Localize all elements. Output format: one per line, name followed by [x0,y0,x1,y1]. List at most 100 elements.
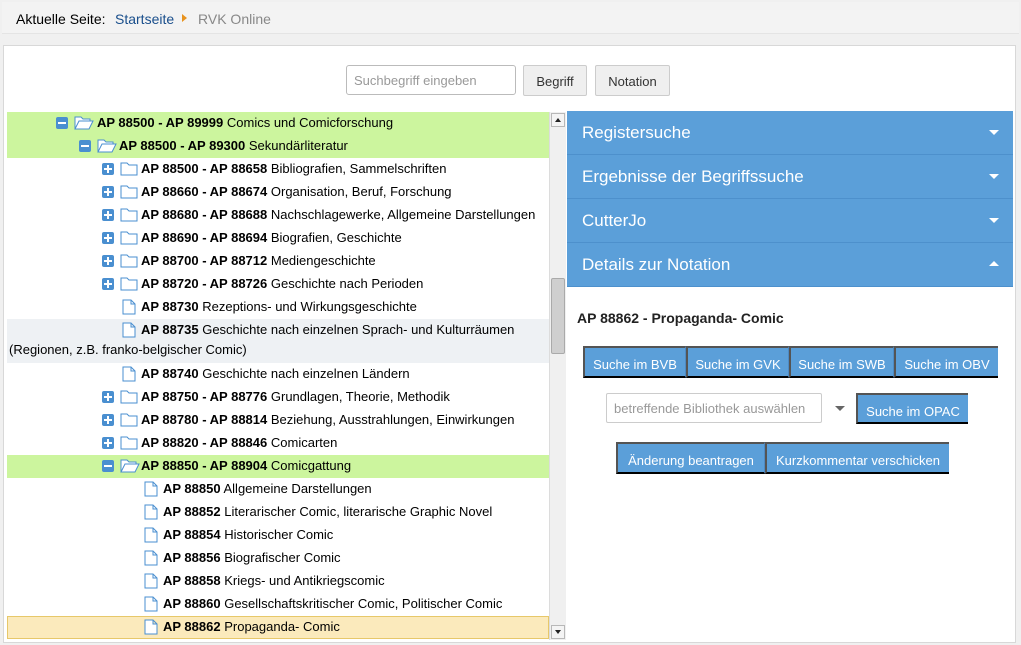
folder-open-icon [120,459,140,473]
document-icon [144,619,158,635]
tree-node-text: AP 88680 - AP 88688 Nachschlagewerke, Al… [141,207,536,222]
accordion-details-title: Details zur Notation [582,255,731,274]
tree-node-text: AP 88750 - AP 88776 Grundlagen, Theorie,… [141,389,450,404]
tree-node[interactable]: AP 88500 - AP 89300 Sekundärliteratur [7,135,549,158]
tree-node-text: AP 88500 - AP 88658 Bibliografien, Samme… [141,161,447,176]
tree-node[interactable]: AP 88720 - AP 88726 Geschichte nach Peri… [7,273,549,296]
accordion-register-title: Registersuche [582,123,691,142]
expand-icon[interactable] [102,391,114,403]
send-comment-button[interactable]: Kurzkommentar verschicken [765,442,949,474]
tree-node-text: AP 88860 Gesellschaftskritischer Comic, … [163,596,503,611]
collapse-icon[interactable] [79,140,91,152]
tree-node-text: AP 88780 - AP 88814 Beziehung, Ausstrahl… [141,412,515,427]
expand-icon[interactable] [102,255,114,267]
scroll-up-arrow-icon[interactable] [551,113,565,127]
tree-node-text: AP 88862 Propaganda- Comic [163,619,340,634]
chevron-down-icon [989,218,999,223]
expand-icon[interactable] [102,414,114,426]
tree-node[interactable]: AP 88750 - AP 88776 Grundlagen, Theorie,… [7,386,549,409]
document-icon [144,550,158,566]
tree-leaf-selected[interactable]: AP 88862 Propaganda- Comic [7,616,549,639]
chevron-down-icon[interactable] [835,406,845,411]
accordion-search-results-title: Ergebnisse der Begriffssuche [582,167,804,186]
tree-node-text: AP 88730 Rezeptions- und Wirkungsgeschic… [141,299,417,314]
document-icon [144,573,158,589]
chevron-up-icon [989,261,999,266]
tree-node[interactable]: AP 88680 - AP 88688 Nachschlagewerke, Al… [7,204,549,227]
search-opac-button[interactable]: Suche im OPAC [856,393,968,424]
scrollbar-thumb[interactable] [551,278,565,354]
accordion-cutterjo-title: CutterJo [582,211,647,230]
tree-node[interactable]: AP 88500 - AP 88658 Bibliografien, Samme… [7,158,549,181]
search-notation-button[interactable]: Notation [595,65,670,96]
tree-leaf[interactable]: AP 88858 Kriegs- und Antikriegscomic [7,570,549,593]
tree-node-text: AP 88820 - AP 88846 Comicarten [141,435,338,450]
tree-leaf[interactable]: AP 88735 Geschichte nach einzelnen Sprac… [7,319,549,363]
tree-leaf[interactable]: AP 88854 Historischer Comic [7,524,549,547]
breadcrumb: Aktuelle Seite: Startseite RVK Online [2,2,1019,34]
expand-icon[interactable] [102,209,114,221]
expand-icon[interactable] [102,278,114,290]
accordion-details[interactable]: Details zur Notation [567,243,1013,287]
tree-leaf[interactable]: AP 88850 Allgemeine Darstellungen [7,478,549,501]
tree-node[interactable]: AP 88820 - AP 88846 Comicarten [7,432,549,455]
accordion-cutterjo[interactable]: CutterJo [567,199,1013,243]
tree-node-text: AP 88854 Historischer Comic [163,527,334,542]
tree-node-text: AP 88720 - AP 88726 Geschichte nach Peri… [141,276,424,291]
tree-node[interactable]: AP 88700 - AP 88712 Mediengeschichte [7,250,549,273]
expand-icon[interactable] [102,163,114,175]
document-icon [144,596,158,612]
tree-node[interactable]: AP 88690 - AP 88694 Biografien, Geschich… [7,227,549,250]
tree-scrollbar[interactable] [549,112,566,640]
tree-leaf[interactable]: AP 88856 Biografischer Comic [7,547,549,570]
tree-leaf[interactable]: AP 88740 Geschichte nach einzelnen Lände… [7,363,549,386]
tree-node-text: AP 88850 - AP 88904 Comicgattung [141,458,352,473]
collapse-icon[interactable] [56,117,68,129]
folder-icon [120,413,138,427]
tree-node-text: AP 88740 Geschichte nach einzelnen Lände… [141,366,410,381]
accordion-search-results[interactable]: Ergebnisse der Begriffssuche [567,155,1013,199]
folder-icon [120,390,138,404]
folder-open-icon [97,139,117,153]
tree-leaf[interactable]: AP 88860 Gesellschaftskritischer Comic, … [7,593,549,616]
folder-icon [120,436,138,450]
tree-node-text: AP 88660 - AP 88674 Organisation, Beruf,… [141,184,452,199]
accordion-register[interactable]: Registersuche [567,111,1013,155]
tree-node-text: AP 88500 - AP 89999 Comics und Comicfors… [97,115,394,130]
tree-node-text: AP 88850 Allgemeine Darstellungen [163,481,372,496]
chevron-down-icon [989,130,999,135]
request-change-button[interactable]: Änderung beantragen [616,442,765,474]
tree-node-text: AP 88735 Geschichte nach einzelnen Sprac… [141,322,515,337]
breadcrumb-home-link[interactable]: Startseite [115,11,174,27]
tree-node[interactable]: AP 88660 - AP 88674 Organisation, Beruf,… [7,181,549,204]
document-icon [144,481,158,497]
search-term-button[interactable]: Begriff [523,65,587,96]
tree-node-text: AP 88700 - AP 88712 Mediengeschichte [141,253,376,268]
folder-open-icon [74,116,94,130]
expand-icon[interactable] [102,437,114,449]
expand-icon[interactable] [102,232,114,244]
collapse-icon[interactable] [102,460,114,472]
tree-node[interactable]: AP 88500 - AP 89999 Comics und Comicfors… [7,112,549,135]
search-bvb-button[interactable]: Suche im BVB [583,346,686,378]
search-obv-button[interactable]: Suche im OBV [894,346,998,378]
expand-icon[interactable] [102,186,114,198]
folder-icon [120,254,138,268]
folder-icon [120,231,138,245]
library-select-input[interactable] [606,393,822,423]
search-gvk-button[interactable]: Suche im GVK [686,346,789,378]
document-icon [144,527,158,543]
document-icon [122,322,136,338]
tree-leaf[interactable]: AP 88852 Literarischer Comic, literarisc… [7,501,549,524]
folder-icon [120,277,138,291]
document-icon [144,504,158,520]
folder-icon [120,185,138,199]
tree-node[interactable]: AP 88850 - AP 88904 Comicgattung [7,455,549,478]
search-input[interactable] [346,65,516,95]
folder-icon [120,208,138,222]
tree-leaf[interactable]: AP 88730 Rezeptions- und Wirkungsgeschic… [7,296,549,319]
tree-node-text: AP 88856 Biografischer Comic [163,550,341,565]
search-swb-button[interactable]: Suche im SWB [789,346,894,378]
tree-node[interactable]: AP 88780 - AP 88814 Beziehung, Ausstrahl… [7,409,549,432]
scroll-down-arrow-icon[interactable] [551,625,565,639]
